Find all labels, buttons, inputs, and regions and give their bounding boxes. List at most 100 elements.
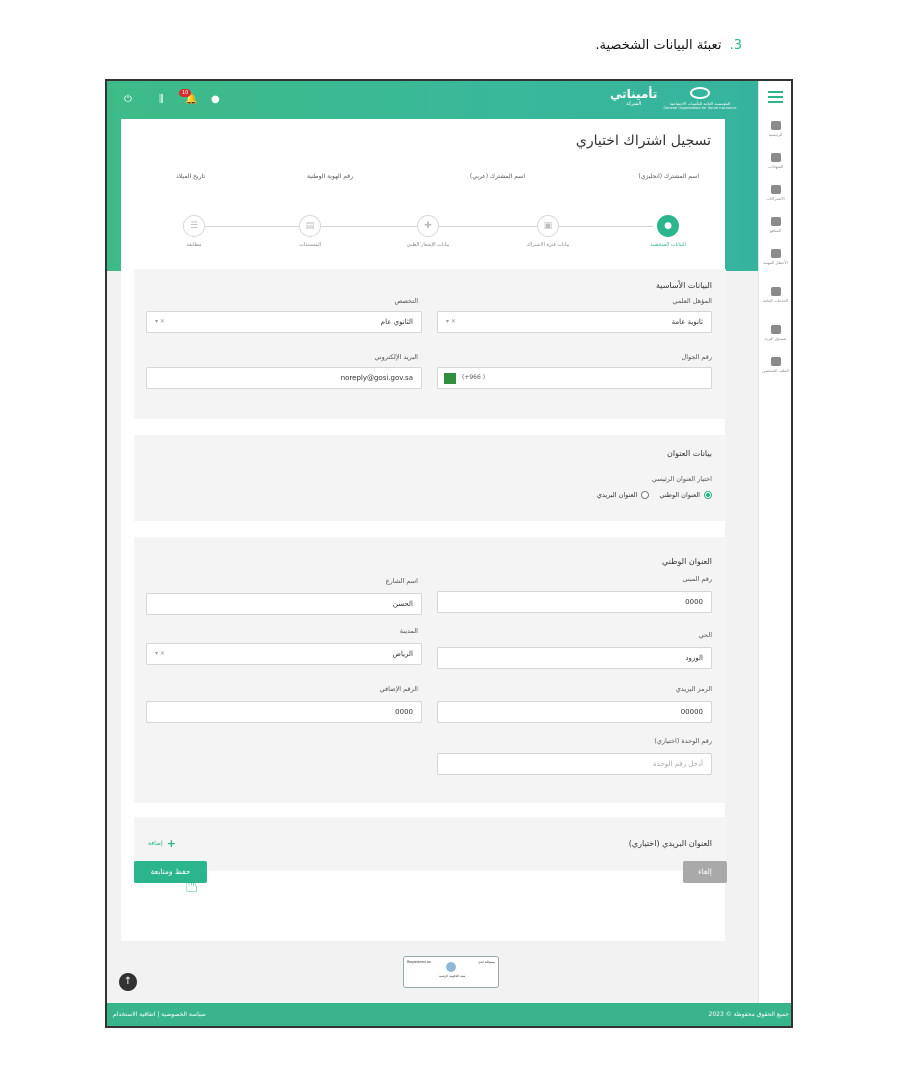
home-icon (770, 121, 781, 130)
district-label: الحي (698, 631, 712, 639)
unit-number-input[interactable]: أدخل رقم الوحدة (437, 753, 712, 775)
step-subscription-period[interactable]: ▣ بيانات فترة الاشتراك (513, 215, 583, 248)
ameni-brand-text: تأميناتي (610, 87, 658, 101)
radio-postal-address[interactable]: العنوان البريدي (597, 491, 650, 499)
power-icon[interactable]: ⏻ (124, 94, 132, 105)
section-title-address: بيانات العنوان (667, 449, 712, 458)
sidebar-item-home[interactable]: الرئيسية (759, 121, 791, 137)
qualification-value: ثانوية عامة (671, 318, 703, 326)
app-window: ⏻ ⫼ 🔔 10 ● تأميناتي الشركة المؤسسة العام… (105, 79, 793, 1028)
pointer-hand-icon: ☝ (185, 873, 199, 898)
info-label-name-ar: اسم المشترك (عربي) (469, 173, 525, 180)
footer-copyright: جميع الحقوق محفوظة © 2023 (708, 1011, 789, 1018)
step-heading: 3. تعبئة البيانات الشخصية. (595, 38, 742, 53)
chevron-down-icon: ▾ ✕ (155, 650, 165, 657)
building-label: رقم المبنى (682, 575, 712, 583)
scroll-to-top-button[interactable]: ↑ (119, 973, 137, 991)
national-address-section: العنوان الوطني رقم المبنى 0000 اسم الشار… (134, 537, 726, 803)
mobile-input[interactable]: (+966 ) (437, 367, 712, 389)
step-heading-text: تعبئة البيانات الشخصية. (595, 38, 722, 53)
choose-address-label: اختيار العنوان الرئيسي (651, 475, 712, 483)
profile-icon (770, 357, 781, 366)
postal-code-input[interactable]: 00000 (437, 701, 712, 723)
street-input[interactable]: الحسن (146, 593, 422, 615)
stepper: ● البيانات الشخصية ▣ بيانات فترة الاشتراك … (107, 203, 725, 269)
menu-icon[interactable] (768, 91, 783, 103)
street-label: اسم الشارع (385, 577, 418, 585)
additional-number-input[interactable]: 0000 (146, 701, 422, 723)
city-select[interactable]: الرياض ▾ ✕ (146, 643, 422, 665)
chat-icon[interactable]: ● (211, 94, 220, 105)
specialization-value: الثانوي عام (380, 318, 413, 326)
sidebar-item-benefits[interactable]: المنافع (759, 217, 791, 233)
ameni-logo[interactable]: تأميناتي الشركة (610, 87, 657, 107)
specialization-label: التخصص (394, 297, 418, 305)
chevron-down-icon: ▾ ✕ (446, 318, 456, 325)
step-documents[interactable]: ▤ المستندات (275, 215, 345, 248)
gosi-name-en: General Organization for Social Insuranc… (663, 106, 737, 110)
ameni-brand-sub: الشركة (626, 101, 642, 107)
hazards-icon (770, 249, 781, 258)
gosi-emblem-icon (690, 87, 710, 99)
plus-icon: + (166, 837, 176, 850)
postal-address-section: العنوان البريدي (اختياري) + إضافة (134, 817, 726, 871)
info-label-birth-date: تاريخ الميلاد (176, 173, 205, 180)
folder-icon (770, 287, 781, 296)
notification-badge: 10 (179, 89, 192, 97)
step-personal-data[interactable]: ● البيانات الشخصية (633, 215, 703, 248)
sidebar: الرئيسية الشهادات الاشتراكات المنافع الأ… (758, 81, 791, 1005)
benefits-icon (770, 217, 781, 226)
step-number: 3. (729, 38, 742, 53)
subscriptions-icon (770, 185, 781, 194)
email-input[interactable]: noreply@gosi.gov.sa (146, 367, 422, 389)
info-label-name-en: اسم المشترك (انجليزي) (638, 173, 699, 180)
radio-national-address[interactable]: العنوان الوطني (659, 491, 712, 499)
address-info-section: بيانات العنوان اختيار العنوان الرئيسي ال… (134, 435, 726, 521)
chevron-down-icon: ▾ ✕ (155, 318, 165, 325)
medical-icon: ✚ (417, 215, 439, 237)
sidebar-item-profile[interactable]: الملف الشخصي (759, 357, 791, 373)
district-input[interactable]: الورود (437, 647, 712, 669)
qualification-label: المؤهل العلمي (672, 297, 712, 305)
specialization-select[interactable]: الثانوي عام ▾ ✕ (146, 311, 422, 333)
registered-badge[interactable]: Registered on مسجلة لدى هيئة الحكومة الر… (403, 956, 499, 988)
step-medical-notice[interactable]: ✚ بيانات الإشعار الطبي (393, 215, 463, 248)
dga-logo-icon (446, 962, 456, 972)
step-review[interactable]: ☰ مطابقة (159, 215, 229, 248)
checklist-icon: ☰ (183, 215, 205, 237)
section-title-national: العنوان الوطني (662, 557, 712, 566)
additional-number-label: الرقم الإضافي (379, 685, 418, 693)
footer-links[interactable]: سياسة الخصوصية | اتفاقية الاستخدام (113, 1011, 206, 1018)
cancel-button[interactable]: إلغاء (683, 861, 727, 883)
document-icon: ▤ (299, 215, 321, 237)
add-postal-address-button[interactable]: + إضافة (148, 837, 176, 850)
phone-prefix: (+966 ) (462, 374, 486, 381)
sidebar-item-certificates[interactable]: الشهادات (759, 153, 791, 169)
user-icon: ● (657, 215, 679, 237)
section-title-basic: البيانات الأساسية (656, 281, 712, 290)
address-radio-group: العنوان الوطني العنوان البريدي (597, 491, 712, 499)
briefcase-icon: ▣ (537, 215, 559, 237)
sidebar-item-subscriptions[interactable]: الاشتراكات (759, 185, 791, 201)
certificate-icon (770, 153, 781, 162)
page-title: تسجيل اشتراك اختياري (575, 133, 711, 149)
filter-icon[interactable]: ⫼ (159, 94, 164, 105)
basic-info-section: البيانات الأساسية المؤهل العلمي ثانوية ع… (134, 269, 726, 419)
sidebar-item-mailbox[interactable]: صندوق البريد (759, 325, 791, 341)
section-title-postal: العنوان البريدي (اختياري) (628, 839, 712, 848)
qualification-select[interactable]: ثانوية عامة ▾ ✕ (437, 311, 712, 333)
unit-number-label: رقم الوحدة (اختياري) (654, 737, 712, 745)
gosi-logo[interactable]: المؤسسة العامة للتأمينات الاجتماعية Gene… (659, 87, 741, 110)
mobile-label: رقم الجوال (681, 353, 712, 361)
city-label: المدينة (399, 627, 418, 635)
footer: سياسة الخصوصية | اتفاقية الاستخدام جميع … (107, 1003, 791, 1026)
postal-code-label: الرمز البريدي (675, 685, 712, 693)
sidebar-item-services[interactable]: الخدمات العامة (759, 287, 791, 303)
email-value: noreply@gosi.gov.sa (340, 374, 413, 382)
building-input[interactable]: 0000 (437, 591, 712, 613)
email-label: البريد الإلكتروني (374, 353, 418, 361)
info-label-national-id: رقم الهوية الوطنية (306, 173, 353, 180)
saudi-flag-icon (444, 373, 456, 384)
sidebar-item-hazards[interactable]: الأخطار المهنية (759, 249, 791, 265)
mailbox-icon (770, 325, 781, 334)
